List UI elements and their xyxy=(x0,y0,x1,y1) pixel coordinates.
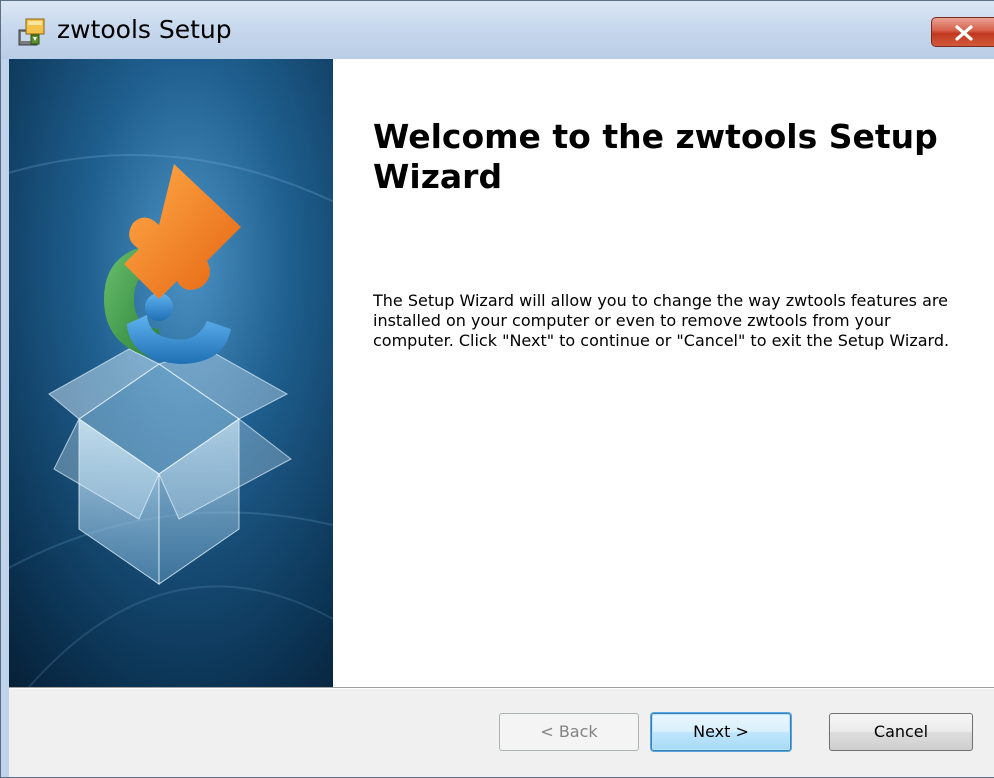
back-button[interactable]: < Back xyxy=(499,713,639,751)
next-button[interactable]: Next > xyxy=(651,713,791,751)
installer-package-icon xyxy=(17,17,47,47)
close-button[interactable] xyxy=(931,17,994,47)
setup-window: zwtools Setup Welcome to the zwtools Set… xyxy=(0,0,994,778)
cancel-button[interactable]: Cancel xyxy=(829,713,973,751)
wizard-banner-image xyxy=(9,59,333,687)
welcome-description: The Setup Wizard will allow you to chang… xyxy=(373,291,950,350)
window-title: zwtools Setup xyxy=(57,15,232,44)
wizard-body: Welcome to the zwtools Setup Wizard The … xyxy=(9,59,994,777)
welcome-panel: Welcome to the zwtools Setup Wizard The … xyxy=(333,59,994,687)
button-bar: < Back Next > Cancel xyxy=(9,689,994,777)
title-bar[interactable]: zwtools Setup xyxy=(1,1,994,59)
welcome-title: Welcome to the zwtools Setup Wizard xyxy=(373,117,938,196)
